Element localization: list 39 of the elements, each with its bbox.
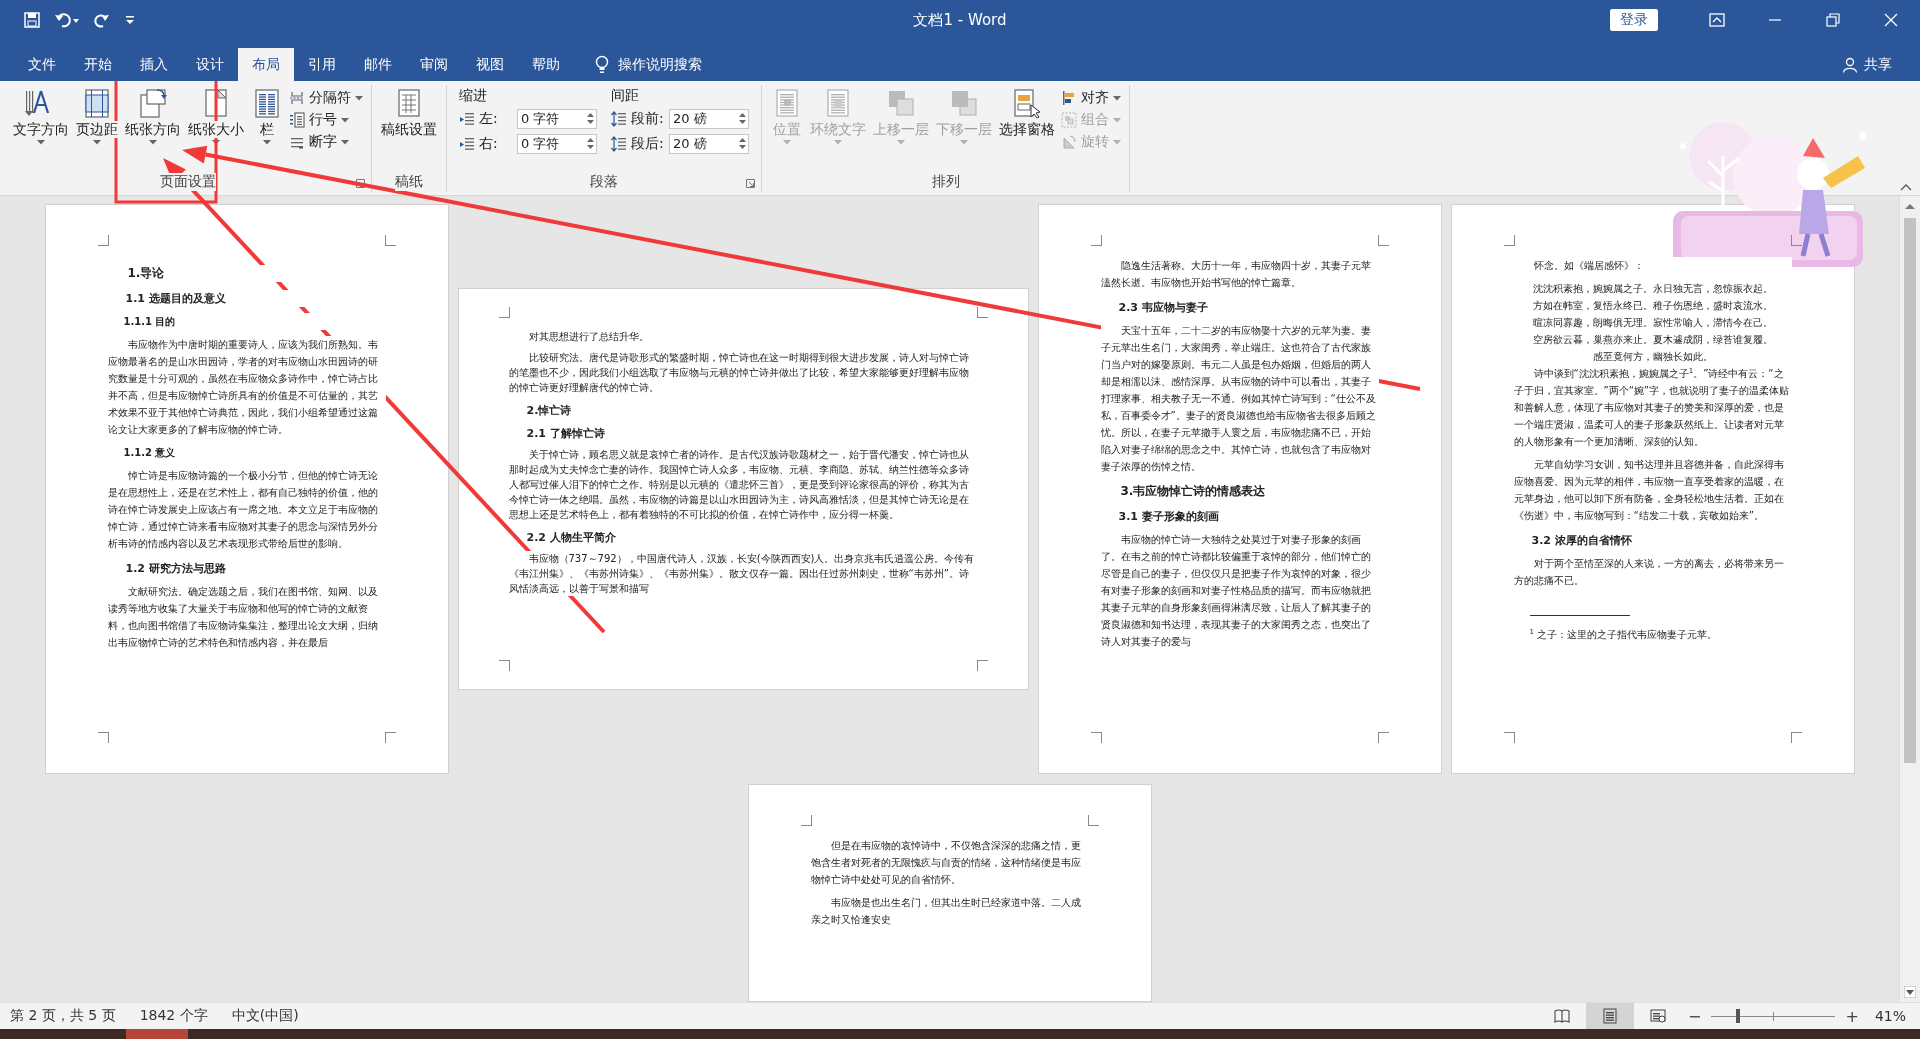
- sign-in-button[interactable]: 登录: [1610, 9, 1658, 31]
- page-count[interactable]: 第 2 页，共 5 页: [10, 1007, 116, 1025]
- group-label: 稿纸: [395, 173, 423, 191]
- zoom-in-button[interactable]: +: [1839, 1006, 1865, 1026]
- language-indicator[interactable]: 中文(中国): [231, 1007, 299, 1025]
- window-title: 文档1 - Word: [913, 10, 1007, 29]
- section-label: 间距: [611, 87, 640, 105]
- field-label: 右:: [479, 135, 499, 153]
- spinner-field[interactable]: 20 磅: [669, 109, 749, 129]
- ribbon-button[interactable]: 栏: [248, 85, 286, 147]
- ribbon-button[interactable]: 页边距: [73, 85, 121, 147]
- ribbon-button[interactable]: 断字: [287, 133, 365, 151]
- share-button[interactable]: 共享: [1864, 55, 1892, 74]
- field-label: 左:: [479, 110, 499, 128]
- spinner-field[interactable]: 0 字符: [517, 134, 597, 154]
- group-label: 页面设置: [159, 173, 216, 191]
- ribbon-tab[interactable]: 布局: [238, 48, 294, 81]
- group-label: 排列: [931, 173, 960, 191]
- ribbon-button[interactable]: 对齐: [1059, 89, 1123, 107]
- ribbon-button[interactable]: 选择窗格: [996, 85, 1058, 140]
- zoom-level[interactable]: 41%: [1874, 1008, 1906, 1024]
- paragraph-text: 诗中谈到“沈沈积素抱，婉婉属之子$^{1}$。”诗经中有云：“之子于归，宜其家室。”两个“婉”字，也就说明了妻子的温柔体贴和善解人意，体现了韦应物对其妻子的赞美和深厚的爱，也是一个端庄贤淑，温柔可人的妻子形象跃然纸上。让读者对元苹的人物形象有一个更加清晰、深刻的认知。: [1513, 365, 1792, 450]
- field-label: 段后:: [631, 135, 665, 153]
- group-label: 段落: [590, 173, 618, 191]
- section-label: 缩进: [459, 87, 488, 105]
- ribbon-button[interactable]: 稿纸设置: [378, 85, 440, 140]
- ribbon-button[interactable]: 文字方向: [10, 85, 72, 147]
- field-label: 段前:: [631, 110, 665, 128]
- spinner-field[interactable]: 20 磅: [669, 134, 749, 154]
- ribbon-button[interactable]: 纸张方向: [122, 85, 184, 147]
- zoom-out-button[interactable]: −: [1682, 1006, 1708, 1026]
- word-count[interactable]: 1842 个字: [139, 1007, 208, 1025]
- paragraph-text: 天宝十五年，二十二岁的韦应物娶十六岁的元苹为妻。妻子元苹出生名门，大家闺秀，举止端庄。这也符合了古代家族门当户对的嫁娶原则。韦元二人虽是包办婚姻，但婚后的两人却是相濡以沫、感情深厚。从韦应物的诗中可以看出，其妻子打理家事、相夫教子无一不通。例如其悼亡诗写到：“仕公不及私，百事委令才”。妻子的贤良淑德也给韦应物省去很多后顾之忧。所以，在妻子元苹撒手人寰之后，韦应物悲痛不已，开始陷入对妻子绵绵的思念之中。其悼亡诗，也就包含了韦应物对妻子浓厚的伤悼之情。: [1100, 322, 1379, 475]
- paragraph-text: 韦应物作为中唐时期的重要诗人，应该为我们所熟知。韦应物最著名的是山水田园诗，学者的对韦应物山水田园诗的研究数量是十分可观的，虽然在韦应物众多诗作中，悼亡诗占比并不高，但是韦应物悼亡诗所具有的价值是不可估量的，其艺术效果不亚于其他悼亡诗典范，因此，我们小组希望通过这篇论文让大家更多的了解韦应物的悼亡诗。: [107, 336, 386, 438]
- ribbon-button[interactable]: 行号: [287, 111, 365, 129]
- spinner-field[interactable]: 0 字符: [517, 109, 597, 129]
- tell-me-search[interactable]: 操作说明搜索: [618, 55, 702, 74]
- ribbon-button[interactable]: 纸张大小: [185, 85, 247, 147]
- ribbon-button[interactable]: 分隔符: [287, 89, 365, 107]
